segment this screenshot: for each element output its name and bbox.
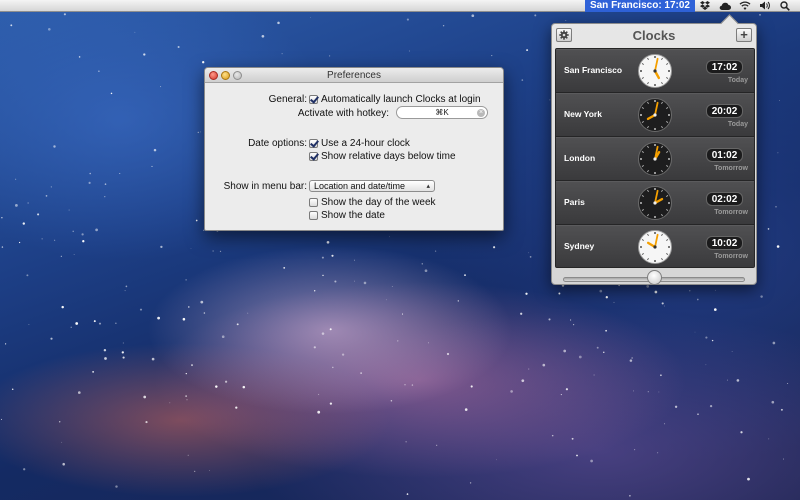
digital-time: 10:02 <box>706 236 743 250</box>
digital-time: 01:02 <box>706 148 743 162</box>
use-24-hour-label: Use a 24-hour clock <box>321 138 410 149</box>
auto-launch-option[interactable]: Automatically launch Clocks at login <box>309 94 481 105</box>
city-name: San Francisco <box>564 65 623 75</box>
day-of-week-option[interactable]: Show the day of the week <box>309 197 436 208</box>
city-row[interactable]: Paris 02:02 Tomorrow <box>556 181 754 225</box>
clocks-title: Clocks <box>632 28 676 43</box>
clocks-header: Clocks + <box>552 24 756 46</box>
analog-clock-icon <box>638 230 672 264</box>
minimize-window-button[interactable] <box>221 71 230 80</box>
city-name: Paris <box>564 197 585 207</box>
add-city-button[interactable]: + <box>736 28 752 42</box>
clocks-panel: Clocks + San Francisco 17:02 Today New York… <box>551 23 757 285</box>
close-window-button[interactable] <box>209 71 218 80</box>
city-row[interactable]: Sydney 10:02 Tomorrow <box>556 225 754 267</box>
dropbox-icon[interactable] <box>698 0 712 12</box>
menubar-select-value: Location and date/time <box>314 181 406 191</box>
hotkey-label: Activate with hotkey: <box>297 108 389 119</box>
relative-days-label: Show relative days below time <box>321 151 456 162</box>
relative-days-option[interactable]: Show relative days below time <box>309 151 456 162</box>
wifi-icon[interactable] <box>738 0 752 12</box>
spotlight-search-icon[interactable] <box>778 0 792 12</box>
volume-icon[interactable] <box>758 0 772 12</box>
day-of-week-checkbox[interactable] <box>309 198 318 207</box>
city-name: New York <box>564 109 602 119</box>
hotkey-field[interactable]: ⌘K × <box>396 106 488 119</box>
select-arrows-icon: ▴ <box>426 183 430 190</box>
clear-hotkey-icon[interactable]: × <box>477 109 485 117</box>
city-row[interactable]: New York 20:02 Today <box>556 93 754 137</box>
analog-clock-icon <box>638 54 672 88</box>
zoom-window-button[interactable] <box>233 71 242 80</box>
window-title: Preferences <box>327 69 381 81</box>
menubar-option-label: Show in menu bar: <box>223 181 307 192</box>
show-date-label: Show the date <box>321 210 385 221</box>
date-options-label: Date options: <box>248 138 307 149</box>
preferences-titlebar[interactable]: Preferences <box>205 68 503 83</box>
city-name: London <box>564 153 596 163</box>
relative-day: Today <box>727 77 748 84</box>
relative-day: Today <box>727 121 748 128</box>
city-name: Sydney <box>564 241 595 251</box>
general-label: General: <box>268 94 307 105</box>
menu-bar: San Francisco: 17:02 <box>0 0 800 12</box>
analog-clock-icon <box>638 142 672 176</box>
show-date-checkbox[interactable] <box>309 211 318 220</box>
zoom-slider-knob[interactable] <box>646 270 662 285</box>
city-row[interactable]: San Francisco 17:02 Today <box>556 49 754 93</box>
hotkey-value: ⌘K <box>435 108 449 117</box>
day-of-week-label: Show the day of the week <box>321 197 436 208</box>
analog-clock-icon <box>638 98 672 132</box>
menubar-display-select[interactable]: Location and date/time ▴ <box>309 180 435 192</box>
auto-launch-checkbox[interactable] <box>309 95 318 104</box>
use-24-hour-checkbox[interactable] <box>309 139 318 148</box>
digital-time: 17:02 <box>706 60 743 74</box>
use-24-hour-option[interactable]: Use a 24-hour clock <box>309 138 410 149</box>
show-date-option[interactable]: Show the date <box>309 210 385 221</box>
auto-launch-label: Automatically launch Clocks at login <box>321 94 481 105</box>
relative-day: Tomorrow <box>714 209 748 216</box>
relative-days-checkbox[interactable] <box>309 152 318 161</box>
city-list: San Francisco 17:02 Today New York 20:02 Toda… <box>555 48 755 268</box>
preferences-window: Preferences General: Automatically launc… <box>204 67 504 231</box>
cloud-icon[interactable] <box>718 0 732 12</box>
menubar-clock-item[interactable]: San Francisco: 17:02 <box>584 0 695 12</box>
analog-clock-icon <box>638 186 672 220</box>
relative-day: Tomorrow <box>714 253 748 260</box>
city-row[interactable]: London 01:02 Tomorrow <box>556 137 754 181</box>
digital-time: 02:02 <box>706 192 743 206</box>
relative-day: Tomorrow <box>714 165 748 172</box>
digital-time: 20:02 <box>706 104 743 118</box>
